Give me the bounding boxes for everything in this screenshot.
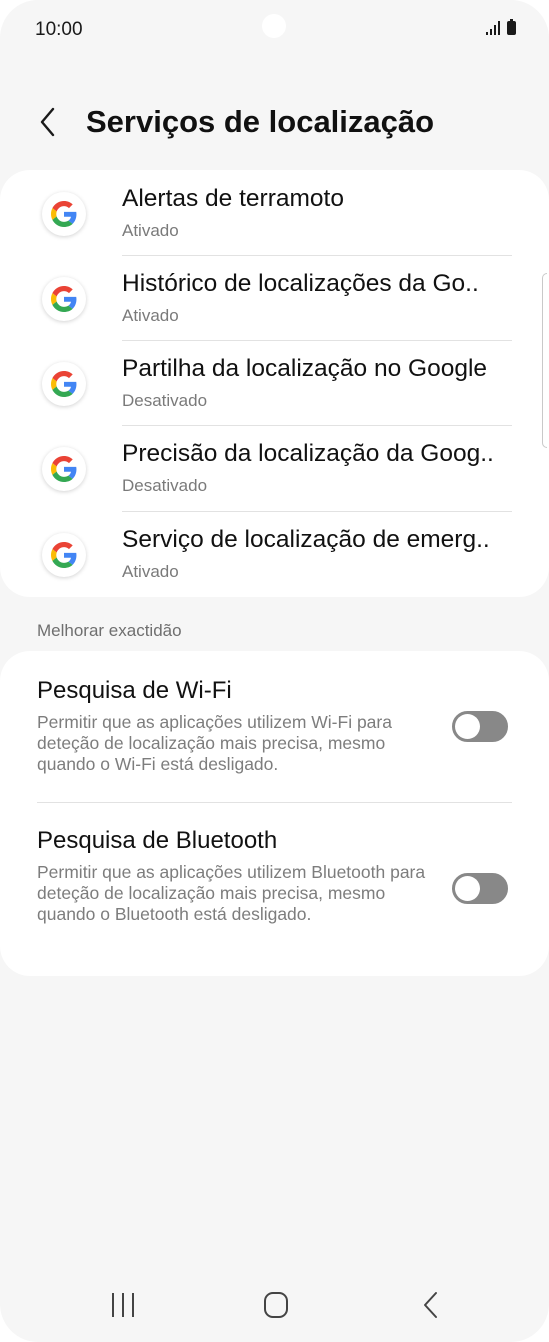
item-title: Serviço de localização de emerg.. — [122, 526, 490, 553]
item-title: Precisão da localização da Goog.. — [122, 440, 494, 467]
item-title: Partilha da localização no Google — [122, 355, 488, 382]
list-item-earthquake-alerts[interactable]: Alertas de terramoto Ativado — [0, 170, 549, 256]
bluetooth-scanning-title: Pesquisa de Bluetooth — [37, 827, 278, 854]
location-services-card: Alertas de terramoto Ativado Histórico d… — [0, 170, 549, 597]
status-bar: 10:00 — [0, 0, 549, 60]
google-g-icon — [42, 192, 86, 236]
list-item-location-accuracy[interactable]: Precisão da localização da Goog.. Desati… — [0, 426, 549, 512]
google-g-icon — [42, 362, 86, 406]
item-title: Histórico de localizações da Go.. — [122, 270, 479, 297]
bluetooth-scanning-toggle[interactable] — [452, 873, 508, 904]
back-nav-icon — [424, 1292, 437, 1318]
recent-apps-icon — [112, 1293, 134, 1317]
chevron-left-icon — [40, 107, 55, 137]
accuracy-card: Pesquisa de Wi-Fi Permitir que as aplica… — [0, 651, 549, 976]
home-button[interactable] — [246, 1275, 306, 1335]
list-item-location-sharing[interactable]: Partilha da localização no Google Desati… — [0, 341, 549, 426]
bluetooth-scanning-description: Permitir que as aplicações utilizem Blue… — [37, 862, 426, 924]
list-item-location-history[interactable]: Histórico de localizações da Go.. Ativad… — [0, 256, 549, 341]
wifi-scanning-title: Pesquisa de Wi-Fi — [37, 677, 232, 704]
scrollbar[interactable] — [542, 273, 547, 448]
toggle-knob — [455, 714, 480, 739]
item-status: Ativado — [122, 221, 179, 240]
item-status: Desativado — [122, 391, 208, 410]
status-icons — [486, 19, 516, 35]
google-g-icon — [42, 533, 86, 577]
page-title: Serviços de localização — [86, 104, 435, 139]
google-g-icon — [42, 447, 86, 491]
item-status: Ativado — [122, 562, 179, 581]
section-header: Melhorar exactidão — [37, 621, 182, 640]
back-button[interactable] — [34, 103, 64, 141]
wifi-scanning-description: Permitir que as aplicações utilizem Wi-F… — [37, 712, 392, 774]
divider — [37, 802, 512, 803]
wifi-scanning-toggle[interactable] — [452, 711, 508, 742]
battery-icon — [507, 19, 516, 35]
list-item-emergency-location[interactable]: Serviço de localização de emerg.. Ativad… — [0, 512, 549, 597]
item-status: Ativado — [122, 306, 179, 325]
google-g-icon — [42, 277, 86, 321]
header: Serviços de localização — [0, 95, 549, 150]
recent-apps-button[interactable] — [93, 1275, 153, 1335]
phone-screen: 10:00 Serviços de localização Alertas de… — [0, 0, 549, 1342]
item-title: Alertas de terramoto — [122, 185, 344, 212]
navigation-bar — [0, 1275, 549, 1335]
back-nav-button[interactable] — [400, 1275, 460, 1335]
toggle-knob — [455, 876, 480, 901]
status-time: 10:00 — [35, 19, 83, 40]
home-icon — [264, 1292, 288, 1318]
signal-icon — [486, 21, 500, 35]
item-status: Desativado — [122, 476, 208, 495]
front-camera — [262, 14, 286, 38]
